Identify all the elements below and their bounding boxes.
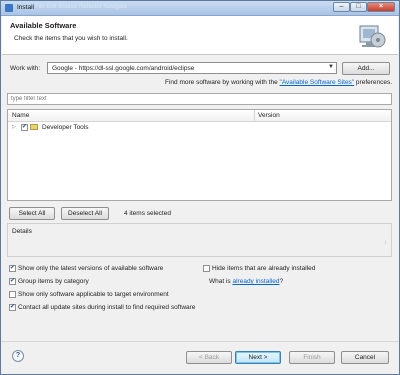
what-is-suffix: ? (279, 278, 284, 285)
what-is-installed-text: What is already installed? (209, 278, 283, 285)
title-bar: Install File Edit Source Refactor Naviga… (1, 1, 399, 16)
scroll-indicator-icon[interactable]: ⁝ (385, 240, 387, 246)
developer-tools-checkbox[interactable] (21, 123, 28, 131)
chevron-down-icon[interactable]: ▼ (328, 64, 334, 70)
applicable-only-label: Show only software applicable to target … (18, 291, 169, 298)
window-title: Install (17, 4, 34, 11)
tree-row[interactable]: ▷ Developer Tools (8, 123, 391, 133)
group-by-category-label: Group items by category (18, 278, 89, 285)
install-wizard-icon (359, 25, 386, 48)
details-group: Details ⁝ (7, 223, 392, 257)
contact-all-sites-checkbox[interactable] (9, 303, 16, 311)
work-with-value: Google - https://dl-ssl.google.com/andro… (52, 65, 195, 72)
minimize-button[interactable]: – (333, 2, 350, 12)
applicable-only-checkbox[interactable] (9, 291, 16, 298)
select-all-button[interactable]: Select All (9, 207, 55, 220)
what-is-prefix: What is (209, 278, 233, 285)
category-icon (30, 124, 38, 130)
page-description: Check the items that you wish to install… (14, 35, 128, 42)
next-button[interactable]: Next > (235, 351, 281, 364)
already-installed-link[interactable]: already installed (232, 278, 279, 285)
available-software-sites-link[interactable]: "Available Software Sites" (280, 79, 355, 86)
find-more-text: Find more software by working with the "… (165, 79, 392, 86)
column-name[interactable]: Name (12, 112, 29, 119)
expand-arrow-icon[interactable]: ▷ (12, 124, 16, 130)
footer-divider (1, 341, 399, 342)
column-divider[interactable] (254, 110, 255, 121)
filter-input[interactable] (8, 94, 397, 104)
find-more-prefix: Find more software by working with the (165, 79, 280, 86)
page-title: Available Software (10, 21, 77, 30)
tree-row-label: Developer Tools (42, 124, 89, 131)
close-button[interactable]: × (367, 2, 395, 12)
hide-installed-label: Hide items that are already installed (212, 265, 316, 272)
work-with-label: Work with: (10, 65, 41, 72)
deselect-all-button[interactable]: Deselect All (61, 207, 109, 220)
app-icon (5, 4, 13, 12)
latest-versions-label: Show only the latest versions of availab… (18, 265, 164, 272)
filter-field[interactable] (7, 93, 397, 105)
back-button[interactable]: < Back (186, 351, 232, 364)
background-menu-ghost: File Edit Source Refactor Navigate (35, 4, 128, 10)
hide-installed-checkbox[interactable] (203, 265, 210, 272)
finish-button[interactable]: Finish (289, 351, 335, 364)
group-by-category-checkbox[interactable] (9, 277, 16, 285)
column-version[interactable]: Version (258, 112, 280, 119)
tree-header: Name Version (8, 110, 391, 122)
selection-status: 4 items selected (124, 210, 171, 217)
find-more-suffix: preferences. (354, 79, 393, 86)
cancel-button[interactable]: Cancel (341, 351, 389, 364)
details-label: Details (12, 228, 32, 235)
help-icon[interactable]: ? (12, 350, 24, 362)
contact-all-sites-label: Contact all update sites during install … (18, 304, 196, 311)
install-window: Install File Edit Source Refactor Naviga… (0, 0, 400, 375)
maximize-button[interactable]: □ (350, 2, 367, 12)
software-tree[interactable]: Name Version ▷ Developer Tools (7, 109, 392, 201)
latest-versions-checkbox[interactable] (9, 264, 16, 272)
wizard-header: Available Software Check the items that … (2, 16, 398, 55)
add-site-button[interactable]: Add... (342, 62, 390, 75)
work-with-combo[interactable]: Google - https://dl-ssl.google.com/andro… (47, 62, 337, 74)
